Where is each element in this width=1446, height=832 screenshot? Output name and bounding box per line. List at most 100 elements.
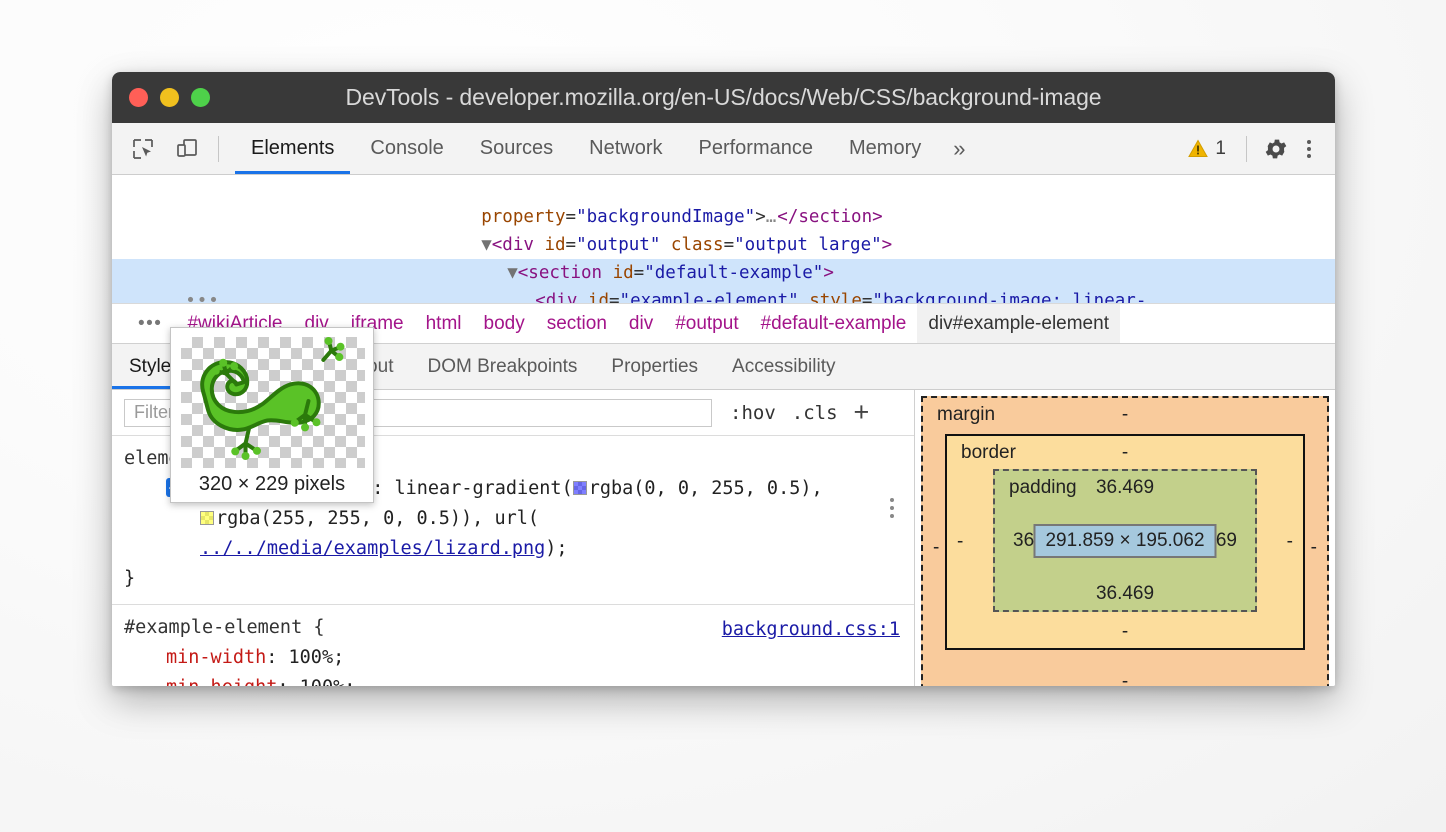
- margin-right-value[interactable]: -: [1311, 537, 1317, 559]
- disclosure-triangle-icon[interactable]: ▼: [481, 235, 492, 255]
- border-top-value[interactable]: -: [947, 442, 1303, 464]
- declaration-value-min-height[interactable]: 100%;: [300, 677, 356, 686]
- dom-punc: =: [566, 207, 577, 227]
- padding-bottom-value[interactable]: 36.469: [995, 583, 1255, 605]
- tab-elements-label: Elements: [251, 137, 334, 160]
- color-swatch-blue[interactable]: [573, 481, 587, 495]
- toolbar-divider-2: [1246, 136, 1247, 162]
- more-tabs-icon[interactable]: »: [939, 123, 979, 174]
- margin-bottom-value[interactable]: -: [923, 671, 1327, 686]
- declaration-value-min-width[interactable]: 100%;: [289, 647, 345, 668]
- stylesheet-source-link[interactable]: background.css:1: [722, 615, 900, 645]
- tab-sources-label: Sources: [480, 137, 553, 160]
- minimize-window-button[interactable]: [160, 88, 179, 107]
- dom-punc: =: [566, 235, 577, 255]
- dom-tree[interactable]: property="backgroundImage">…</section> ▼…: [112, 175, 1335, 303]
- border-bottom-value[interactable]: -: [947, 621, 1303, 643]
- element-classes-button[interactable]: .cls: [792, 402, 838, 424]
- declaration-value-rgba-yellow[interactable]: rgba(255, 255, 0, 0.5)), url(: [216, 508, 539, 529]
- css-rule-example-element[interactable]: #example-element { background.css:1 min-…: [112, 605, 914, 686]
- breadcrumb-item-output[interactable]: #output: [664, 304, 749, 343]
- tab-elements[interactable]: Elements: [233, 123, 352, 174]
- border-left-value[interactable]: -: [957, 531, 963, 553]
- tab-network-label: Network: [589, 137, 662, 160]
- tab-console[interactable]: Console: [352, 123, 461, 174]
- dom-open-tag: <div: [492, 235, 534, 255]
- dom-open-tag: <div: [535, 291, 577, 303]
- dom-close-tag: </section>: [777, 207, 882, 227]
- tab-network[interactable]: Network: [571, 123, 680, 174]
- tab-memory-label: Memory: [849, 137, 921, 160]
- tab-properties-label: Properties: [611, 356, 698, 378]
- breadcrumb-item-div-2[interactable]: div: [618, 304, 664, 343]
- dom-punc-2: =: [724, 235, 735, 255]
- devtools-toolbar: Elements Console Sources Network Perform…: [112, 123, 1335, 175]
- declaration-property-min-height[interactable]: min-height: [166, 677, 277, 686]
- tab-properties[interactable]: Properties: [594, 344, 715, 389]
- tab-sources[interactable]: Sources: [462, 123, 571, 174]
- breadcrumb-item-default-example[interactable]: #default-example: [750, 304, 918, 343]
- close-brace-text: }: [124, 568, 135, 589]
- image-url-link[interactable]: ../../media/examples/lizard.png: [200, 538, 545, 559]
- dom-attr-value: "output": [576, 235, 660, 255]
- breadcrumb-item-section[interactable]: section: [536, 304, 618, 343]
- box-model-border[interactable]: border - - - - padding 36.469 36.469 36.…: [945, 434, 1305, 650]
- box-model-padding[interactable]: padding 36.469 36.469 36.469 36.469 291.…: [993, 469, 1257, 612]
- kebab-menu-icon[interactable]: [1297, 134, 1321, 164]
- padding-top-value[interactable]: 36.469: [995, 477, 1255, 499]
- box-model-diagram: margin - - - - border - - - - padding 36…: [921, 396, 1329, 686]
- dom-collapsed-text[interactable]: …: [766, 207, 778, 227]
- dom-punc: =: [609, 291, 620, 303]
- tab-accessibility[interactable]: Accessibility: [715, 344, 852, 389]
- disclosure-triangle-icon[interactable]: ▼: [507, 263, 518, 283]
- css-declaration-min-height[interactable]: min-height: 100%;: [124, 673, 914, 686]
- breadcrumb-item-html[interactable]: html: [415, 304, 473, 343]
- warning-badge[interactable]: 1: [1180, 138, 1234, 160]
- dom-attr-name: property: [481, 207, 565, 227]
- title-bar: DevTools - developer.mozilla.org/en-US/d…: [112, 72, 1335, 123]
- warning-triangle-icon: [1188, 139, 1208, 158]
- dom-attr-name: id: [602, 263, 634, 283]
- declaration-property-min-width[interactable]: min-width: [166, 647, 266, 668]
- css-declaration-line3[interactable]: ../../media/examples/lizard.png);: [124, 534, 914, 564]
- dom-attr-value-2: "background-image: linear-: [872, 291, 1146, 303]
- box-model-margin[interactable]: margin - - - - border - - - - padding 36…: [921, 396, 1329, 686]
- breadcrumb-item-example-element[interactable]: div#example-element: [917, 304, 1120, 343]
- dom-attr-name-2: class: [660, 235, 723, 255]
- hover-state-button[interactable]: :hov: [730, 402, 776, 424]
- tab-dom-breakpoints[interactable]: DOM Breakpoints: [410, 344, 594, 389]
- dom-attr-name: id: [577, 291, 609, 303]
- close-window-button[interactable]: [129, 88, 148, 107]
- css-declaration-line2[interactable]: rgba(255, 255, 0, 0.5)), url(: [124, 504, 914, 534]
- image-preview-tooltip: 320 × 229 pixels: [170, 327, 374, 503]
- margin-left-value[interactable]: -: [933, 537, 939, 559]
- dom-punc-2: >: [755, 207, 766, 227]
- dom-attr-name: id: [534, 235, 566, 255]
- lizard-image: [181, 337, 365, 468]
- maximize-window-button[interactable]: [191, 88, 210, 107]
- box-model-content-size[interactable]: 291.859 × 195.062: [1033, 524, 1216, 558]
- dom-force-state-dots[interactable]: •••: [175, 287, 535, 303]
- tab-performance[interactable]: Performance: [681, 123, 832, 174]
- toolbar-divider: [218, 136, 219, 162]
- inspect-element-icon[interactable]: [126, 132, 160, 166]
- device-toolbar-icon[interactable]: [170, 132, 204, 166]
- border-right-value[interactable]: -: [1287, 531, 1293, 553]
- color-swatch-yellow[interactable]: [200, 511, 214, 525]
- tab-performance-label: Performance: [699, 137, 814, 160]
- rule-kebab-menu-icon[interactable]: [890, 498, 894, 518]
- dom-line[interactable]: property="backgroundImage">…</section>: [112, 175, 1335, 203]
- declaration-value-fn[interactable]: linear-gradient(: [395, 478, 573, 499]
- breadcrumb-item-body[interactable]: body: [473, 304, 536, 343]
- dom-tag-end: >: [823, 263, 834, 283]
- breadcrumb-overflow[interactable]: •••: [124, 304, 176, 343]
- gear-icon[interactable]: [1259, 132, 1293, 166]
- declaration-value-rgba-blue[interactable]: rgba(0, 0, 255, 0.5),: [589, 478, 823, 499]
- rule-selector-2[interactable]: #example-element { background.css:1: [124, 613, 914, 643]
- css-declaration-min-width[interactable]: min-width: 100%;: [124, 643, 914, 673]
- new-style-rule-button[interactable]: +: [854, 399, 870, 426]
- rule-selector-text-2: #example-element {: [124, 617, 324, 638]
- margin-top-value[interactable]: -: [923, 404, 1327, 426]
- tab-memory[interactable]: Memory: [831, 123, 939, 174]
- dom-tag-end: >: [882, 235, 893, 255]
